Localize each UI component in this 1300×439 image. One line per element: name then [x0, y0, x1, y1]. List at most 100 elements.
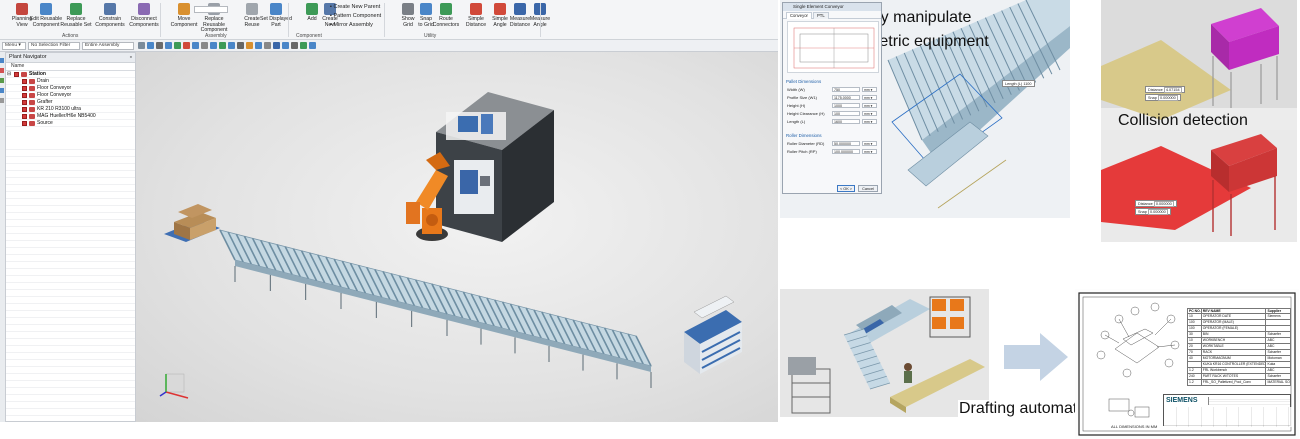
component-icon [29, 93, 35, 98]
graphics-viewport[interactable] [136, 52, 778, 422]
toolbar-tool-icon[interactable] [138, 42, 145, 49]
navigator-item-label: Source [37, 120, 53, 126]
disconnect-button[interactable]: Disconnect Components [124, 3, 164, 31]
tab-conveyor[interactable]: Conveyor [786, 12, 812, 19]
component-icon [29, 107, 35, 112]
pattern-button[interactable]: ▪ Pattern Component [330, 13, 381, 19]
field-value-input[interactable]: 50.000000 [832, 141, 860, 146]
unit-dropdown[interactable]: mm ▾ [862, 87, 877, 92]
navigator-item[interactable]: Source [6, 120, 135, 127]
toolbar-tool-icon[interactable] [183, 42, 190, 49]
component-dropdown[interactable] [194, 6, 228, 13]
drain-rack[interactable] [684, 295, 742, 374]
field-value-input[interactable]: 100.000000 [832, 149, 860, 154]
toolbar-tool-icon[interactable] [156, 42, 163, 49]
wheeled-rack[interactable] [788, 357, 831, 414]
floor-conveyor-1[interactable] [219, 229, 448, 336]
title-block: SIEMENS [1163, 394, 1292, 427]
close-icon[interactable]: ▫ [130, 53, 132, 62]
navigator-item[interactable]: MAG Hueller/H6e NB5400 [6, 113, 135, 120]
unit-dropdown[interactable]: mm ▾ [862, 141, 877, 146]
menu-button[interactable]: Menu ▾ [2, 42, 26, 50]
expand-icon[interactable]: ⊟ [7, 71, 11, 78]
visibility-checkbox[interactable] [22, 107, 27, 112]
toolbar-tool-icon[interactable] [237, 42, 244, 49]
navigator-item[interactable]: KR 210 R3100 ultra [6, 106, 135, 113]
field-value-input[interactable]: 1175.0000 [832, 95, 860, 100]
field-value-input[interactable]: 1000 [832, 103, 860, 108]
unit-dropdown[interactable]: mm ▾ [862, 95, 877, 100]
machine-tool-cell[interactable] [436, 92, 554, 242]
ok-button[interactable]: < OK > [837, 185, 855, 192]
resource-tab-icon[interactable] [0, 88, 4, 93]
section-roller-dimensions[interactable]: Roller Dimensions [786, 133, 822, 138]
tab-ptl[interactable]: PTL [813, 12, 829, 19]
visibility-checkbox[interactable] [22, 79, 27, 84]
field-label: Length (L) [787, 119, 806, 124]
toolbar-tool-icon[interactable] [282, 42, 289, 49]
toolbar-tool-icon[interactable] [300, 42, 307, 49]
toolbar-tool-icon[interactable] [174, 42, 181, 49]
navigator-item[interactable]: ⊟ Station [6, 71, 135, 78]
length-tag[interactable]: Length (L) 1100 [1002, 80, 1035, 87]
move-icon [178, 3, 190, 15]
toolbar-tool-icon[interactable] [147, 42, 154, 49]
cancel-button[interactable]: Cancel [858, 185, 878, 192]
selection-scope-dropdown[interactable]: Entire Assembly [82, 42, 134, 50]
resource-tab-icon[interactable] [0, 68, 4, 73]
toolbar-tool-icon[interactable] [264, 42, 271, 49]
unit-dropdown[interactable]: mm ▾ [862, 149, 877, 154]
toolbar-tool-icon[interactable] [201, 42, 208, 49]
visibility-checkbox[interactable] [22, 86, 27, 91]
visibility-checkbox[interactable] [22, 114, 27, 119]
bom-table: PC NO. REV NAME Supplier 10 OPERATOR DATE Sie… [1187, 308, 1291, 386]
plant-scene [159, 92, 742, 399]
route-icon [440, 3, 452, 15]
toolbar-tool-icon[interactable] [246, 42, 253, 49]
toolbar-tool-icon[interactable] [309, 42, 316, 49]
toolbar-tool-icon[interactable] [165, 42, 172, 49]
toolbar-tool-icon[interactable] [210, 42, 217, 49]
navigator-item[interactable]: Grafter [6, 99, 135, 106]
ribbon-separator [540, 3, 541, 37]
parametric-panel: Easily manipulate parametric equipment L… [780, 0, 1070, 218]
set-displayed-button[interactable]: Set Displayed Part [256, 3, 296, 31]
resource-tab-icon[interactable] [0, 98, 4, 103]
floor-conveyor-2[interactable] [431, 283, 652, 388]
worker-figure [904, 363, 912, 383]
toolbar-tool-icon[interactable] [228, 42, 235, 49]
visibility-checkbox[interactable] [22, 93, 27, 98]
unit-dropdown[interactable]: mm ▾ [862, 111, 877, 116]
visibility-checkbox[interactable] [22, 100, 27, 105]
toolbar-tool-icon[interactable] [291, 42, 298, 49]
unit-dropdown[interactable]: mm ▾ [862, 103, 877, 108]
component-icon [21, 72, 27, 77]
create-new-parent-button[interactable]: ▪ Create New Parent [330, 4, 380, 10]
field-value-input[interactable]: 100 [832, 111, 860, 116]
toolbar-tool-icon[interactable] [219, 42, 226, 49]
resource-tab-icon[interactable] [0, 58, 4, 63]
field-value-input[interactable]: 750 [832, 87, 860, 92]
navigator-item-label: Station [29, 71, 46, 77]
toolbar-tool-icon[interactable] [273, 42, 280, 49]
nx-window: Planning View Edit Reusable Component Replac… [0, 0, 778, 439]
dialog-field-row: Profile Size (W1) 1175.0000 mm ▾ [787, 95, 881, 101]
toolbar-tool-icon[interactable] [192, 42, 199, 49]
visibility-checkbox[interactable] [14, 72, 19, 77]
navigator-item[interactable]: Drain [6, 78, 135, 85]
unit-dropdown[interactable]: mm ▾ [862, 119, 877, 124]
layout-rack[interactable] [929, 296, 971, 338]
selection-filter-dropdown[interactable]: No Selection Filter [28, 42, 80, 50]
section-pallet-dimensions[interactable]: Pallet Dimensions [786, 79, 821, 84]
field-value-input[interactable]: 1600 [832, 119, 860, 124]
source-pallet[interactable] [164, 204, 220, 242]
dialog-preview-sketch [787, 21, 879, 73]
navigator-column-header[interactable]: Name [6, 63, 135, 71]
siemens-logo: SIEMENS [1166, 397, 1198, 404]
visibility-checkbox[interactable] [22, 121, 27, 126]
mirror-button[interactable]: ▪ Mirror Assembly [330, 22, 373, 28]
navigator-item[interactable]: Floor Conveyor [6, 85, 135, 92]
resource-tab-icon[interactable] [0, 78, 4, 83]
toolbar-tool-icon[interactable] [255, 42, 262, 49]
navigator-item[interactable]: Floor Conveyor [6, 92, 135, 99]
